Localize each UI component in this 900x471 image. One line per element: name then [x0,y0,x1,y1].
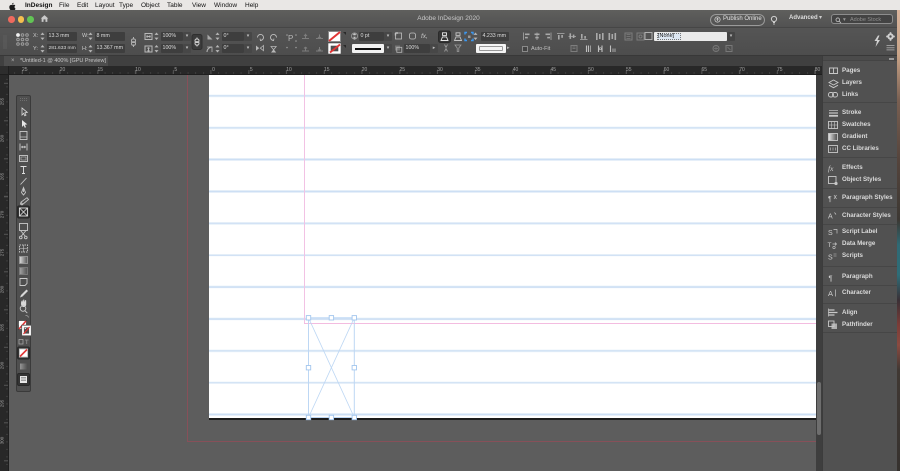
svg-text:¶: ¶ [828,196,832,203]
svg-text:S: S [828,230,833,237]
svg-text:S: S [828,255,833,262]
svg-text:A: A [828,214,833,221]
svg-text:¶: ¶ [829,274,833,283]
svg-text:A: A [828,289,833,298]
svg-text:fx: fx [828,164,834,173]
svg-text:T: T [828,242,832,249]
